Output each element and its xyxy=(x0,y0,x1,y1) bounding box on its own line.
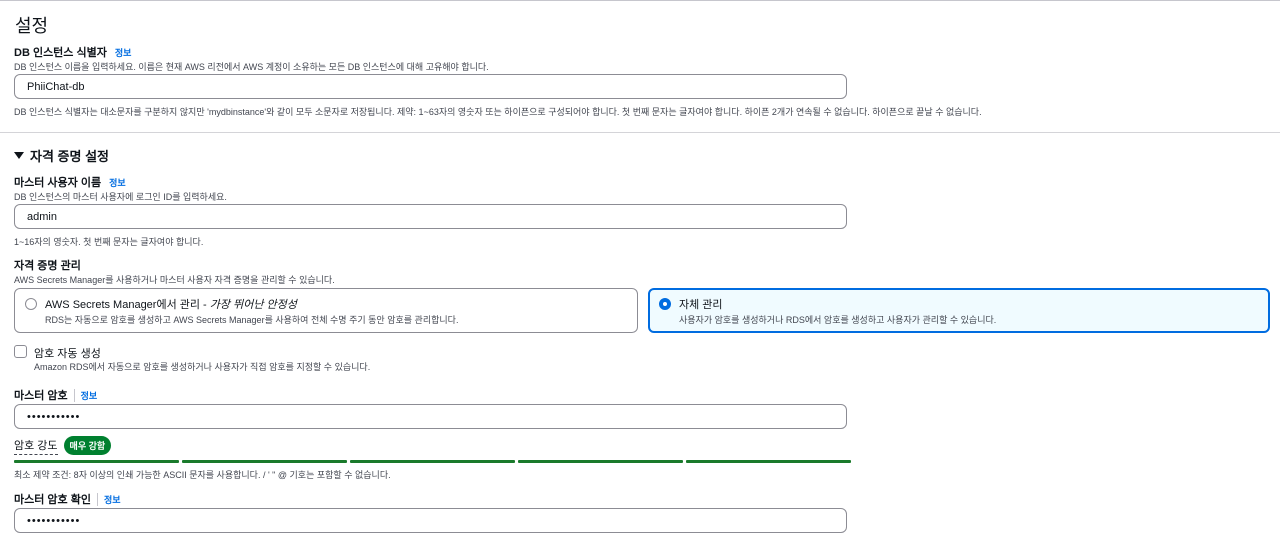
db-identifier-label: DB 인스턴스 식별자 정보 xyxy=(14,44,131,60)
section-divider xyxy=(0,132,1280,133)
secrets-manager-option[interactable]: AWS Secrets Manager에서 관리 - 가장 뛰어난 안정성 RD… xyxy=(14,288,638,333)
password-strength-meter xyxy=(14,460,851,463)
db-identifier-label-text: DB 인스턴스 식별자 xyxy=(14,47,107,59)
master-username-input[interactable]: admin xyxy=(14,204,847,229)
master-username-label-text: 마스터 사용자 이름 xyxy=(14,177,102,189)
confirm-password-label: 마스터 암호 확인 정보 xyxy=(14,491,121,507)
confirm-password-info-link[interactable]: 정보 xyxy=(96,492,121,506)
strength-segment xyxy=(518,460,683,463)
auto-generate-checkbox[interactable] xyxy=(14,345,27,358)
db-identifier-hint: DB 인스턴스 식별자는 대소문자를 구분하지 않지만 'mydbinstanc… xyxy=(14,107,982,117)
credential-management-label-text: 자격 증명 관리 xyxy=(14,260,81,272)
db-identifier-input[interactable]: PhiiChat-db xyxy=(14,74,847,99)
strength-segment xyxy=(182,460,347,463)
top-border xyxy=(0,0,1280,1)
self-managed-title: 자체 관리 xyxy=(679,299,723,311)
credentials-expander[interactable]: 자격 증명 설정 xyxy=(14,146,109,165)
master-username-info-link[interactable]: 정보 xyxy=(109,176,126,189)
db-identifier-info-link[interactable]: 정보 xyxy=(115,46,132,59)
caret-down-icon xyxy=(14,152,24,159)
auto-generate-label: 암호 자동 생성 xyxy=(34,348,101,360)
credential-management-label: 자격 증명 관리 xyxy=(14,257,81,273)
confirm-password-input[interactable]: ••••••••••• xyxy=(14,508,847,533)
secrets-manager-title-text: AWS Secrets Manager에서 관리 - xyxy=(45,299,210,311)
credential-management-description: AWS Secrets Manager를 사용하거나 마스터 사용자 자격 증명… xyxy=(14,275,335,285)
strength-segment xyxy=(350,460,515,463)
password-strength-badge: 매우 강함 xyxy=(63,436,112,455)
master-username-hint: 1~16자의 영숫자. 첫 번째 문자는 글자여야 합니다. xyxy=(14,237,204,247)
confirm-password-label-text: 마스터 암호 확인 xyxy=(14,494,91,506)
master-password-info-link[interactable]: 정보 xyxy=(73,388,97,402)
master-username-description: DB 인스턴스의 마스터 사용자에 로그인 ID를 입력하세요. xyxy=(14,192,227,202)
secrets-manager-description: RDS는 자동으로 암호를 생성하고 AWS Secrets Manager를 … xyxy=(45,315,459,325)
db-identifier-description: DB 인스턴스 이름을 입력하세요. 이름은 현재 AWS 리전에서 AWS 계… xyxy=(14,62,489,72)
password-constraint: 최소 제약 조건: 8자 이상의 인쇄 가능한 ASCII 문자를 사용합니다.… xyxy=(14,470,391,480)
secrets-manager-radio[interactable] xyxy=(25,298,37,310)
strength-segment xyxy=(14,460,179,463)
self-managed-radio[interactable] xyxy=(659,298,671,310)
master-password-label: 마스터 암호 정보 xyxy=(14,387,97,403)
section-title: 설정 xyxy=(15,16,49,36)
master-username-label: 마스터 사용자 이름 정보 xyxy=(14,174,126,190)
credentials-expander-title: 자격 증명 설정 xyxy=(30,149,109,164)
self-managed-option[interactable]: 자체 관리 사용자가 암호를 생성하거나 RDS에서 암호를 생성하고 사용자가… xyxy=(648,288,1270,333)
strength-segment xyxy=(686,460,851,463)
auto-generate-description: Amazon RDS에서 자동으로 암호를 생성하거나 사용자가 직접 암호를 … xyxy=(34,362,371,372)
secrets-manager-title: AWS Secrets Manager에서 관리 - 가장 뛰어난 안정성 xyxy=(45,296,297,312)
master-password-label-text: 마스터 암호 xyxy=(14,390,68,402)
self-managed-description: 사용자가 암호를 생성하거나 RDS에서 암호를 생성하고 사용자가 관리할 수… xyxy=(679,315,997,325)
password-strength: 암호 강도 매우 강함 xyxy=(14,436,112,455)
password-strength-label: 암호 강도 xyxy=(14,437,58,455)
master-password-input[interactable]: ••••••••••• xyxy=(14,404,847,429)
secrets-manager-title-emphasis: 가장 뛰어난 안정성 xyxy=(209,299,297,311)
